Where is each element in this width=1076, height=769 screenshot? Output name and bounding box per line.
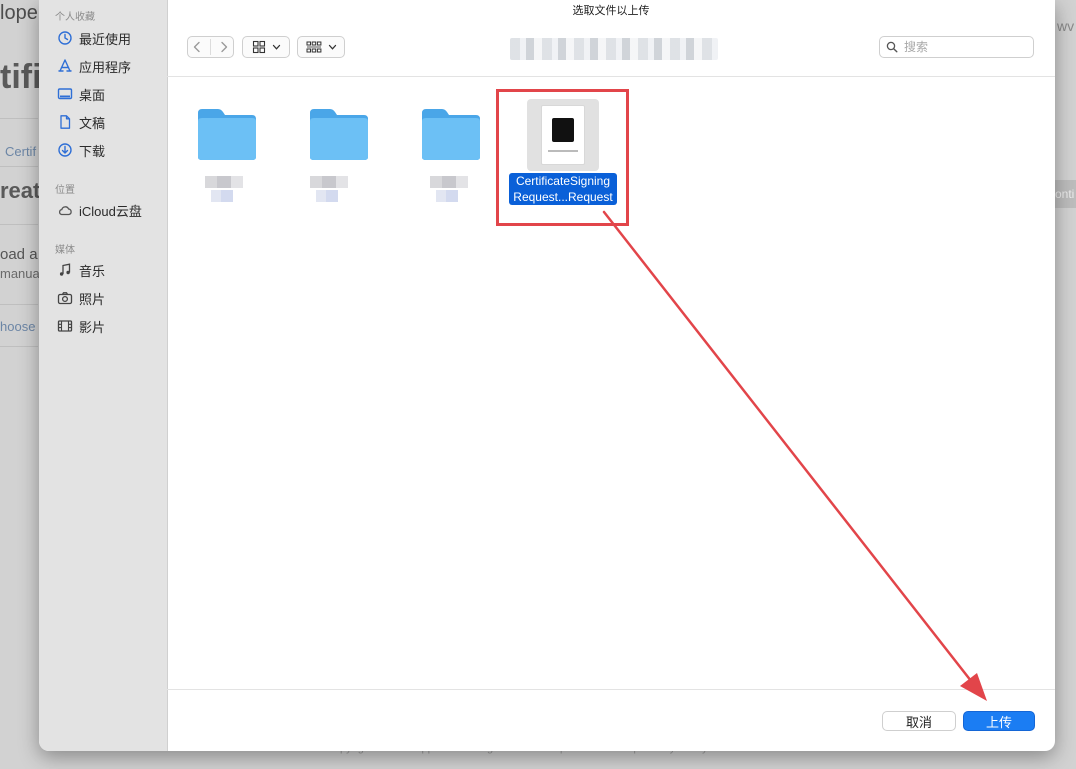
folder-name-blurred	[197, 176, 252, 202]
bg-right-fragment: wv	[1057, 18, 1075, 34]
sidebar-item-label: 桌面	[79, 87, 106, 103]
sidebar-item-movies[interactable]: 影片	[57, 316, 105, 336]
dialog-title: 选取文件以上传	[572, 5, 650, 17]
chevron-down-icon	[328, 44, 336, 50]
film-icon	[57, 318, 73, 334]
sidebar-item-documents[interactable]: 文稿	[57, 112, 105, 132]
desktop-icon	[57, 86, 73, 102]
sidebar-item-label: 文稿	[79, 115, 106, 131]
sidebar-item-label: 最近使用	[79, 31, 132, 47]
sidebar-item-desktop[interactable]: 桌面	[57, 84, 105, 104]
chevron-left-icon	[193, 41, 200, 53]
bg-divider	[0, 304, 38, 305]
bg-choose-fragment: hoose	[0, 319, 36, 334]
bg-breadcrumb-fragment: Certif	[5, 144, 37, 159]
footer-divider	[167, 689, 1055, 690]
bg-divider	[0, 118, 38, 119]
sidebar-item-label: iCloud云盘	[79, 203, 142, 219]
clock-icon	[57, 30, 73, 46]
sidebar-item-label: 应用程序	[79, 59, 132, 75]
chevron-right-icon	[221, 41, 228, 53]
view-mode-button[interactable]	[242, 36, 290, 58]
file-browser: 选取文件以上传 搜索 CertificateSigning Request...…	[167, 0, 1055, 751]
bg-divider	[0, 166, 38, 167]
bg-logo-fragment: lope	[0, 2, 38, 24]
file-picker-dialog: 个人收藏 最近使用 应用程序 桌面 文稿 下载 位置 iCloud云盘 媒体 音…	[39, 0, 1055, 751]
folder-icon	[198, 109, 256, 160]
sidebar-item-label: 影片	[79, 319, 106, 335]
bg-heading-fragment: reat	[0, 178, 41, 203]
nav-buttons	[187, 36, 234, 58]
toolbar-divider	[167, 76, 1055, 77]
bg-divider	[0, 224, 38, 225]
bg-title-fragment: tifi	[0, 58, 42, 96]
sidebar-item-label: 音乐	[79, 263, 106, 279]
annotation-highlight-box	[496, 89, 629, 226]
cancel-button[interactable]: 取消	[882, 711, 956, 731]
folder-icon	[422, 109, 480, 160]
back-button[interactable]	[192, 41, 202, 53]
sidebar-section-favorites: 个人收藏	[55, 12, 95, 23]
nav-divider	[210, 39, 211, 55]
upload-button[interactable]: 上传	[963, 711, 1035, 731]
sidebar-section-media: 媒体	[55, 245, 75, 256]
folder-item[interactable]	[308, 107, 370, 161]
bg-upload-fragment: oad a	[0, 246, 38, 263]
search-field[interactable]	[879, 36, 1034, 58]
sidebar-item-label: 照片	[79, 291, 106, 307]
cloud-icon	[57, 202, 73, 218]
sidebar-item-downloads[interactable]: 下载	[57, 140, 105, 160]
sidebar-item-music[interactable]: 音乐	[57, 260, 105, 280]
apps-icon	[57, 58, 73, 74]
icon-grid-icon	[252, 40, 265, 54]
music-icon	[57, 262, 73, 278]
folder-name-blurred	[422, 176, 477, 202]
sidebar-item-applications[interactable]: 应用程序	[57, 56, 131, 76]
bg-divider	[0, 346, 38, 347]
location-popup-blurred[interactable]	[510, 38, 718, 60]
sidebar-item-label: 下载	[79, 143, 106, 159]
bg-right-button-fragment: onti	[1055, 180, 1076, 208]
sidebar-item-icloud[interactable]: iCloud云盘	[57, 200, 142, 220]
group-icon	[306, 41, 321, 52]
folder-name-blurred	[302, 176, 377, 202]
folder-item[interactable]	[196, 107, 258, 161]
bg-manual-fragment: manual	[0, 266, 43, 281]
camera-icon	[57, 290, 73, 306]
forward-button[interactable]	[219, 41, 229, 53]
group-by-button[interactable]	[297, 36, 345, 58]
folder-icon	[310, 109, 368, 160]
sidebar: 个人收藏 最近使用 应用程序 桌面 文稿 下载 位置 iCloud云盘 媒体 音…	[39, 0, 168, 751]
sidebar-item-photos[interactable]: 照片	[57, 288, 105, 308]
folder-item[interactable]	[420, 107, 482, 161]
chevron-down-icon	[272, 44, 280, 50]
search-icon	[886, 41, 898, 53]
search-input[interactable]	[902, 39, 1026, 55]
sidebar-item-recents[interactable]: 最近使用	[57, 28, 131, 48]
download-icon	[57, 142, 73, 158]
sidebar-section-locations: 位置	[55, 185, 75, 196]
document-icon	[57, 114, 73, 130]
